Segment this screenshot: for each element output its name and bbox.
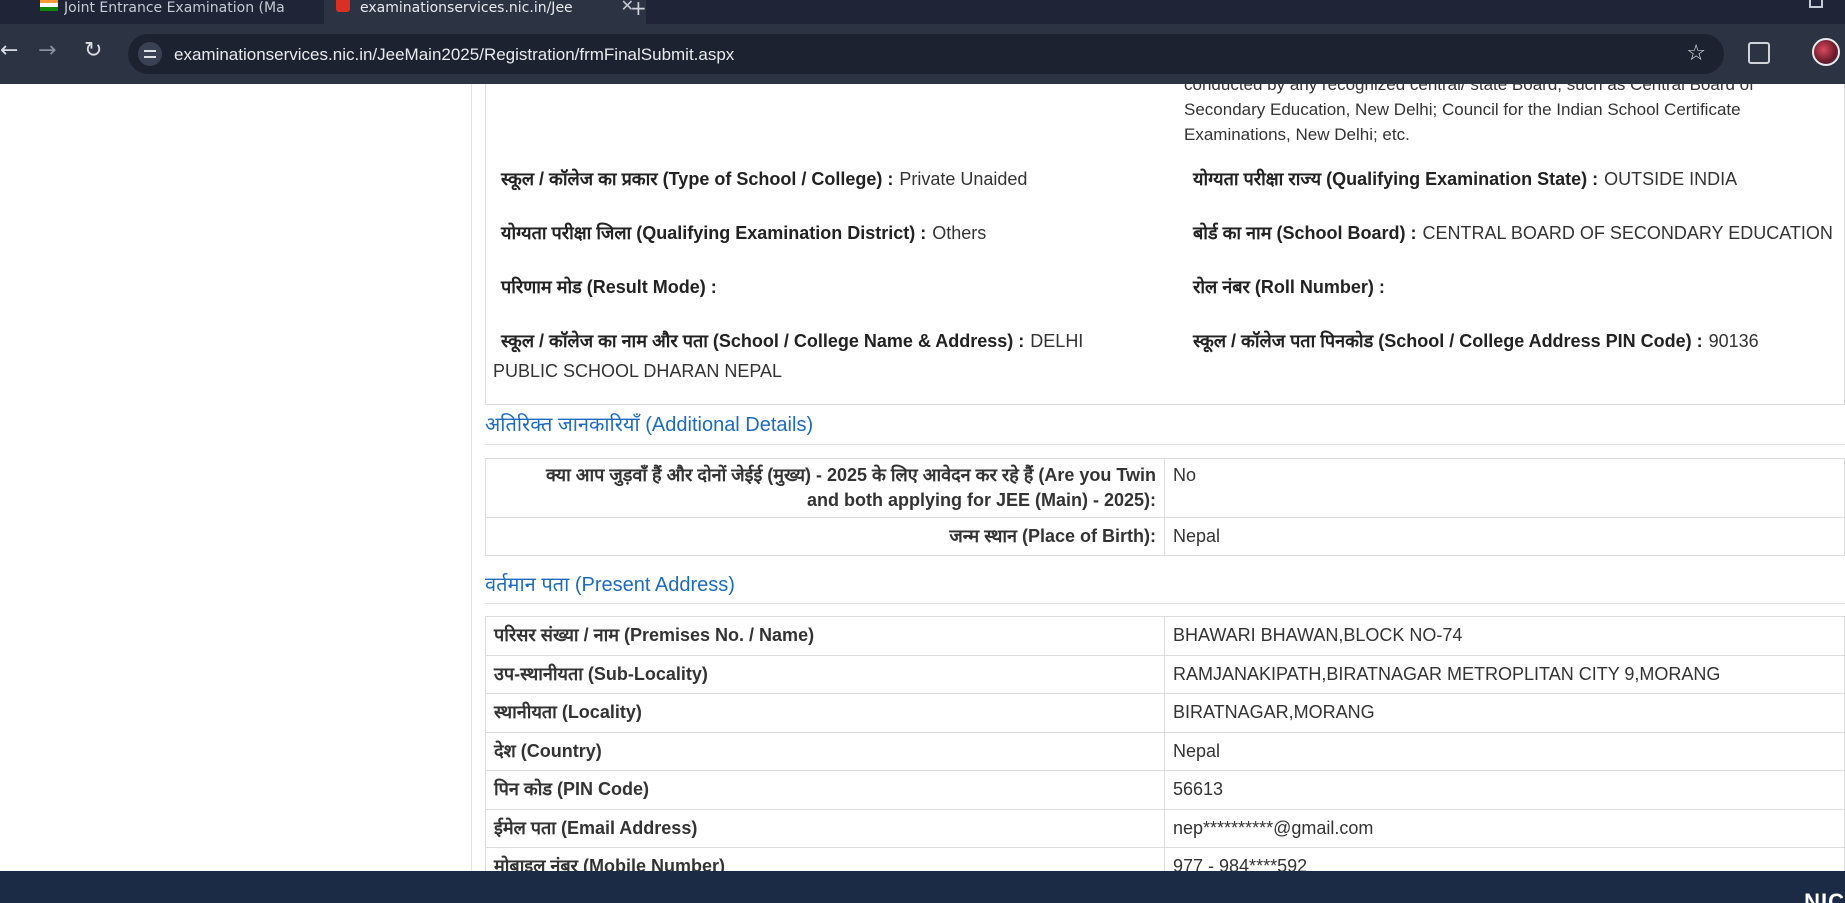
address-label-cell: उप-स्थानीयता (Sub-Locality): [485, 654, 1165, 694]
address-label: परिसर संख्या / नाम (Premises No. / Name): [494, 625, 815, 645]
field-value: DELHI: [1030, 331, 1084, 351]
address-label-cell: ईमेल पता (Email Address): [485, 808, 1165, 848]
tab-title: examinationservices.nic.in/Jee: [360, 0, 573, 16]
tab-title: Joint Entrance Examination (Ma: [64, 0, 285, 16]
profile-avatar[interactable]: [1812, 38, 1840, 66]
address-value-cell: Nepal: [1164, 731, 1845, 771]
roll-number-field: रोल नंबर (Roll Number) :: [1193, 272, 1391, 302]
present-address-heading: वर्तमान पता (Present Address): [485, 574, 735, 596]
birth-place-value-cell: Nepal: [1164, 517, 1845, 556]
india-flag-icon: [40, 0, 58, 11]
result-mode-field: परिणाम मोड (Result Mode) :: [501, 272, 723, 302]
application-details: conducted by any recognized central/ sta…: [485, 84, 1845, 871]
exam-district-field: योग्यता परीक्षा जिला (Qualifying Examina…: [501, 218, 986, 248]
url-text[interactable]: examinationservices.nic.in/JeeMain2025/R…: [174, 45, 734, 65]
board-eligibility-note: conducted by any recognized central/ sta…: [1184, 84, 1754, 144]
address-value-cell: BIRATNAGAR,MORANG: [1164, 693, 1845, 733]
table-row: स्थानीयता (Locality) BIRATNAGAR,MORANG: [485, 693, 1845, 733]
table-row: उप-स्थानीयता (Sub-Locality) RAMJANAKIPATH…: [485, 654, 1845, 694]
field-label: बोर्ड का नाम (School Board) :: [1193, 223, 1417, 243]
table-row: क्या आप जुड़वाँ हैं और दोनों जेईई (मुख्य…: [485, 458, 1845, 518]
address-label-cell: पिन कोड (PIN Code): [485, 770, 1165, 810]
address-label-cell: स्थानीयता (Locality): [485, 693, 1165, 733]
address-label: स्थानीयता (Locality): [494, 702, 642, 722]
address-label: ईमेल पता (Email Address): [494, 817, 698, 838]
address-value-cell: BHAWARI BHAWAN,BLOCK NO-74: [1164, 616, 1845, 656]
field-value: CENTRAL BOARD OF SECONDARY EDUCATION: [1422, 223, 1833, 243]
back-icon[interactable]: ←: [0, 40, 18, 62]
twin-value-cell: No: [1164, 458, 1845, 518]
tab-examinationservices[interactable]: examinationservices.nic.in/Jee ✕: [324, 0, 646, 24]
school-name-field-continued: PUBLIC SCHOOL DHARAN NEPAL: [493, 356, 782, 386]
reload-icon[interactable]: ↻: [84, 40, 102, 62]
address-value-cell: nep**********@gmail.com: [1164, 808, 1845, 848]
forward-icon[interactable]: →: [38, 40, 56, 62]
tab-strip: Joint Entrance Examination (Ma ✕ examina…: [0, 0, 1845, 24]
address-label-cell: परिसर संख्या / नाम (Premises No. / Name): [485, 616, 1165, 656]
extensions-icon[interactable]: [1748, 42, 1770, 64]
field-value: 90136: [1708, 331, 1759, 351]
twin-label-cell: क्या आप जुड़वाँ हैं और दोनों जेईई (मुख्य…: [485, 458, 1165, 518]
field-label: स्कूल / कॉलेज का नाम और पता (School / Co…: [501, 331, 1025, 351]
address-label: उप-स्थानीयता (Sub-Locality): [494, 663, 708, 684]
field-label: स्कूल / कॉलेज पता पिनकोड (School / Colle…: [1193, 331, 1703, 351]
address-value-cell: 977 - 984****592: [1164, 847, 1845, 871]
address-label-cell: मोबाइल नंबर (Mobile Number): [485, 847, 1165, 871]
school-type-field: स्कूल / कॉलेज का प्रकार (Type of School …: [501, 164, 1027, 194]
divider: [471, 84, 472, 871]
field-label: योग्यता परीक्षा राज्य (Qualifying Examin…: [1193, 169, 1599, 189]
bookmark-star-icon[interactable]: ☆: [1686, 41, 1706, 66]
page-viewport: conducted by any recognized central/ sta…: [0, 84, 1845, 871]
table-row: जन्म स्थान (Place of Birth): Nepal: [485, 517, 1845, 556]
table-row: देश (Country) Nepal: [485, 731, 1845, 771]
page-footer: NIC: [0, 871, 1845, 903]
table-row: परिसर संख्या / नाम (Premises No. / Name)…: [485, 616, 1845, 656]
new-tab-button[interactable]: +: [630, 0, 647, 20]
table-row: मोबाइल नंबर (Mobile Number) 977 - 984****…: [485, 847, 1845, 871]
school-name-field: स्कूल / कॉलेज का नाम और पता (School / Co…: [501, 326, 1083, 356]
additional-details-table: क्या आप जुड़वाँ हैं और दोनों जेईई (मुख्य…: [485, 458, 1845, 556]
address-label: देश (Country): [494, 740, 602, 761]
school-pin-field: स्कूल / कॉलेज पता पिनकोड (School / Colle…: [1193, 326, 1759, 356]
address-bar[interactable]: examinationservices.nic.in/JeeMain2025/R…: [128, 34, 1724, 74]
address-label: मोबाइल नंबर (Mobile Number): [494, 856, 726, 871]
site-settings-icon[interactable]: [138, 42, 162, 66]
exam-state-field: योग्यता परीक्षा राज्य (Qualifying Examin…: [1193, 164, 1737, 194]
field-value: Private Unaided: [899, 169, 1028, 189]
window-restore-icon[interactable]: [1809, 0, 1823, 8]
field-label: रोल नंबर (Roll Number) :: [1193, 277, 1385, 297]
address-value-cell: RAMJANAKIPATH,BIRATNAGAR METROPLITAN CIT…: [1164, 654, 1845, 694]
school-board-field: बोर्ड का नाम (School Board) : CENTRAL BOA…: [1193, 218, 1833, 248]
table-row: ईमेल पता (Email Address) nep**********@gm…: [485, 808, 1845, 848]
field-value: PUBLIC SCHOOL DHARAN NEPAL: [493, 361, 783, 381]
browser-toolbar: ← → ↻ examinationservices.nic.in/JeeMain…: [0, 24, 1845, 84]
field-value: Others: [932, 223, 987, 243]
section-divider: [485, 603, 1845, 604]
site-favicon-icon: [336, 0, 350, 12]
twin-label-line2: and both applying for JEE (Main) - 2025)…: [806, 490, 1156, 510]
table-row: पिन कोड (PIN Code) 56613: [485, 770, 1845, 810]
field-value: OUTSIDE INDIA: [1604, 169, 1738, 189]
birth-place-label-cell: जन्म स्थान (Place of Birth):: [485, 517, 1165, 556]
field-label: स्कूल / कॉलेज का प्रकार (Type of School …: [501, 169, 894, 189]
present-address-table: परिसर संख्या / नाम (Premises No. / Name)…: [485, 616, 1845, 871]
address-label: पिन कोड (PIN Code): [494, 779, 649, 799]
nic-logo: NIC: [1804, 889, 1845, 903]
tab-jee[interactable]: Joint Entrance Examination (Ma ✕: [28, 0, 350, 24]
field-label: परिणाम मोड (Result Mode) :: [501, 277, 717, 297]
twin-label-line1: क्या आप जुड़वाँ हैं और दोनों जेईई (मुख्य…: [546, 465, 1156, 485]
section-divider: [485, 444, 1845, 445]
birth-place-label: जन्म स्थान (Place of Birth):: [949, 526, 1156, 546]
address-label-cell: देश (Country): [485, 731, 1165, 771]
field-label: योग्यता परीक्षा जिला (Qualifying Examina…: [501, 223, 927, 243]
additional-details-heading: अतिरिक्त जानकारियाँ (Additional Details): [485, 414, 814, 436]
address-value-cell: 56613: [1164, 770, 1845, 810]
